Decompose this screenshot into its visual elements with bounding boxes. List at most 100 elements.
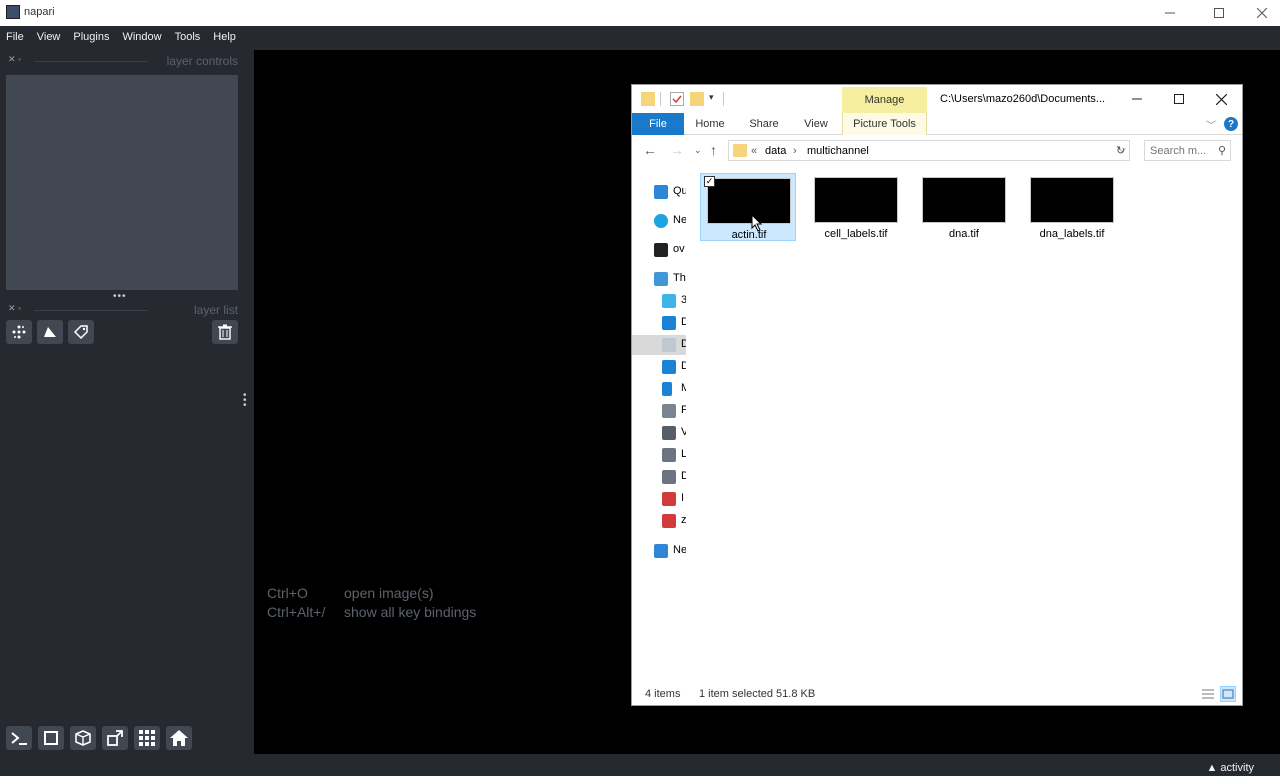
customize-quick-access-icon[interactable]: ▾ [709,92,723,106]
minimize-button[interactable] [1152,0,1188,26]
breadcrumb-overflow[interactable]: « [751,145,757,157]
downloads-icon [662,360,676,374]
nav-item-videos[interactable]: V [632,423,686,443]
back-button[interactable]: ← [643,142,657,158]
search-box[interactable]: ⚲ [1144,140,1231,161]
dock-float-icon[interactable]: ✕ ◦ [8,303,21,314]
nav-item-network-drive[interactable]: I [632,489,686,509]
menu-plugins[interactable]: Plugins [73,31,109,43]
search-input[interactable] [1145,141,1213,160]
nav-item-network-drive[interactable]: z [632,511,686,531]
nav-item-onedrive[interactable]: ov [632,240,686,260]
nav-item-local-disk[interactable]: L [632,445,686,465]
file-item-actin[interactable]: ✓ actin.tif [700,173,796,241]
tab-share[interactable]: Share [744,113,784,135]
network-cloud-icon [654,214,668,228]
nav-item-label: Ne [673,544,686,556]
label-tag-icon [73,325,88,340]
explorer-maximize-button[interactable] [1165,89,1193,109]
layer-list [6,348,238,718]
nav-item-drive[interactable]: D [632,467,686,487]
refresh-button[interactable]: ↻ [1116,144,1125,157]
nav-item-this-pc[interactable]: Th [632,269,686,289]
selection-checkbox[interactable]: ✓ [704,176,715,187]
menu-view[interactable]: View [37,31,61,43]
nav-item-label: Qu [673,185,686,197]
recent-locations-button[interactable]: ⌄ [694,145,702,156]
home-button[interactable] [166,726,192,750]
console-icon [11,732,27,745]
tab-home[interactable]: Home [690,113,730,135]
dock-float-icon[interactable]: ✕ ◦ [8,54,21,65]
nav-item-downloads[interactable]: D [632,357,686,377]
roll-dims-button[interactable] [70,726,96,750]
file-item-cell-labels[interactable]: cell_labels.tif [808,173,904,241]
napari-title-bar: napari [0,0,1280,26]
nav-item-network-cloud[interactable]: Ne [632,211,686,231]
explorer-window-title: C:\Users\mazo260d\Documents... [940,93,1106,105]
forward-button[interactable]: → [670,142,684,158]
new-shapes-layer-button[interactable] [37,320,63,344]
napari-app-icon [6,5,20,19]
tab-picture-tools[interactable]: Picture Tools [842,113,927,135]
delete-layer-button[interactable] [212,320,238,344]
nav-item-label: D [681,338,686,350]
file-name: dna_labels.tif [1039,228,1105,240]
breadcrumb-multichannel[interactable]: multichannel [807,145,869,157]
local-disk-icon [662,448,676,462]
file-item-dna-labels[interactable]: dna_labels.tif [1024,173,1120,241]
nav-item-label: V [681,426,686,438]
tab-view[interactable]: View [796,113,836,135]
up-button[interactable]: ↑ [710,142,717,158]
minimize-icon [1132,98,1142,100]
menu-file[interactable]: File [6,31,24,43]
file-thumbnail [1030,177,1114,223]
help-icon[interactable]: ? [1224,117,1238,131]
properties-icon[interactable] [670,92,684,106]
file-item-dna[interactable]: dna.tif [916,173,1012,241]
nav-item-pictures[interactable]: P [632,401,686,421]
menu-window[interactable]: Window [122,31,161,43]
explorer-minimize-button[interactable] [1123,89,1151,109]
breadcrumb-data[interactable]: data [765,145,786,157]
nav-item-quick-access[interactable]: Qu [632,182,686,202]
activity-button[interactable]: ▲ activity [1206,762,1254,774]
tab-file[interactable]: File [632,113,684,135]
divider [723,92,724,106]
close-button[interactable] [1244,0,1280,26]
panel-splitter-handle[interactable]: ••• [113,291,127,302]
dock-resize-handle[interactable]: • • • [243,391,247,411]
address-bar[interactable]: « data › multichannel ⌵ [728,140,1130,161]
explorer-close-button[interactable] [1207,89,1235,109]
nav-item-network[interactable]: Ne [632,541,686,561]
layer-list-header: ✕ ◦ layer list [6,302,238,318]
selection-info: 1 item selected 51.8 KB [699,688,816,700]
new-labels-layer-button[interactable] [68,320,94,344]
ndisplay-button[interactable] [38,726,64,750]
menu-help[interactable]: Help [213,31,236,43]
new-points-layer-button[interactable] [6,320,32,344]
menu-tools[interactable]: Tools [175,31,201,43]
nav-item-music[interactable]: M [632,379,686,399]
maximize-button[interactable] [1201,0,1237,26]
minimize-icon [1165,12,1175,14]
expand-ribbon-icon[interactable]: ﹀ [1206,117,1216,132]
nav-item-label: D [681,316,686,328]
points-icon [12,325,26,339]
grid-view-button[interactable] [134,726,160,750]
manage-tab[interactable]: Manage [842,87,927,113]
nav-item-3d-objects[interactable]: 3 [632,291,686,311]
square-2d-icon [44,731,58,745]
breadcrumb-separator-icon[interactable]: › [793,145,797,157]
hint-action: open image(s) [344,585,434,601]
console-button[interactable] [6,726,32,750]
large-icons-view-button[interactable] [1220,686,1236,702]
maximize-icon [1214,8,1224,18]
nav-item-desktop[interactable]: D [632,313,686,333]
nav-item-documents[interactable]: D [632,335,686,355]
network-icon [654,544,668,558]
new-folder-icon[interactable] [690,92,704,106]
canvas-welcome-hints: Ctrl+O open image(s) Ctrl+Alt+/ show all… [267,584,476,622]
transpose-button[interactable] [102,726,128,750]
details-view-button[interactable] [1200,686,1216,702]
